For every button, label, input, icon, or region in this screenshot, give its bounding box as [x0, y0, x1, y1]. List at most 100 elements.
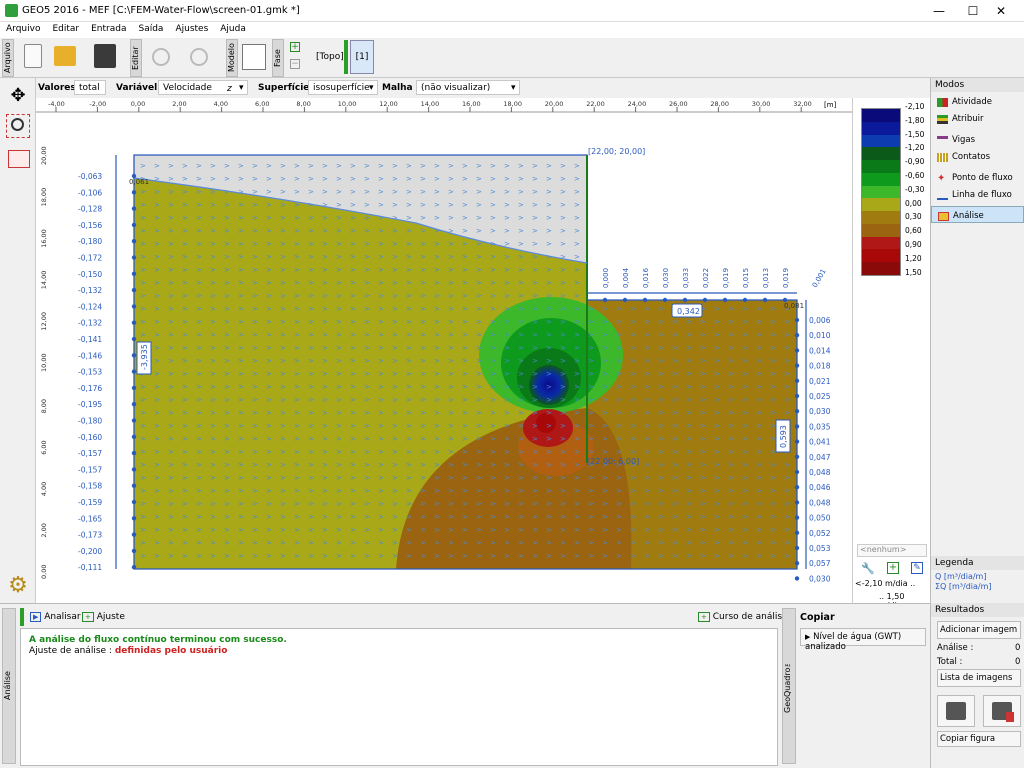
image-list-button[interactable]: Lista de imagens	[937, 669, 1021, 687]
model-copy-icon[interactable]	[242, 44, 266, 70]
mode-linha-fluxo[interactable]: Linha de fluxo	[931, 185, 1024, 202]
add-phase-icon[interactable]: +	[290, 42, 300, 52]
settings-gear-icon[interactable]: ⚙	[4, 572, 32, 600]
variavel-select[interactable]: Velocidade z ▾	[158, 80, 248, 95]
model-canvas[interactable]: -4,00 -2,00 0,00 2,00 4,00 6,00 8,00 10,00 12,00…	[36, 98, 852, 603]
mode-ponto-fluxo[interactable]: ✦ Ponto de fluxo	[931, 168, 1024, 185]
flow-arrow: >	[462, 448, 468, 456]
flow-arrow: >	[350, 409, 356, 417]
flow-arrow: >	[154, 448, 160, 456]
edit-legend-icon[interactable]: ✎	[911, 562, 923, 574]
mode-atribuir[interactable]: Atribuir	[931, 109, 1024, 126]
flow-arrow: >	[658, 422, 664, 430]
boundary-node	[794, 545, 800, 551]
print-export-icon[interactable]	[983, 695, 1021, 727]
color-scale-labels: -2,10 -1,80 -1,50 -1,20 -0,90 -0,60 -0,30 0,00 0…	[905, 102, 931, 282]
save-icon[interactable]	[94, 44, 116, 68]
flow-arrow: >	[252, 409, 258, 417]
new-file-icon[interactable]	[24, 44, 42, 68]
print-icon[interactable]	[937, 695, 975, 727]
menu-ajuda[interactable]: Ajuda	[214, 22, 252, 34]
flow-arrow: >	[574, 474, 580, 482]
flow-arrow: >	[602, 331, 608, 339]
tab-fase[interactable]: Fase	[272, 39, 284, 77]
menu-saida[interactable]: Saída	[132, 22, 169, 34]
menu-ajustes[interactable]: Ajustes	[169, 22, 214, 34]
ajuste-button[interactable]: + Ajuste	[82, 612, 125, 622]
flow-arrow: >	[154, 370, 160, 378]
tab-geoquadro[interactable]: GeoQuadro™	[782, 608, 796, 764]
flow-arrow: >	[672, 552, 678, 560]
menu-arquivo[interactable]: Arquivo	[0, 22, 46, 34]
flow-arrow: >	[490, 305, 496, 313]
flow-arrow: >	[420, 240, 426, 248]
legend-type-select[interactable]: <nenhum>	[857, 544, 927, 557]
flow-arrow: >	[420, 474, 426, 482]
flow-arrow: >	[504, 214, 510, 222]
flow-arrow: >	[714, 539, 720, 547]
menu-entrada[interactable]: Entrada	[85, 22, 132, 34]
flow-arrow: >	[462, 227, 468, 235]
flow-arrow: >	[266, 448, 272, 456]
flow-arrow: >	[728, 318, 734, 326]
flow-arrow: >	[308, 162, 314, 170]
wrench-icon[interactable]: 🔧	[861, 562, 875, 575]
flow-arrow: >	[294, 513, 300, 521]
tab-analise[interactable]: Análise	[2, 608, 16, 764]
flow-arrow: >	[490, 487, 496, 495]
flow-arrow: >	[448, 448, 454, 456]
mode-analise[interactable]: Análise	[931, 206, 1024, 223]
flow-arrow: >	[574, 552, 580, 560]
flow-arrow: >	[630, 383, 636, 391]
add-legend-icon[interactable]: +	[887, 562, 899, 574]
valores-select[interactable]: total	[74, 80, 106, 95]
open-folder-icon[interactable]	[54, 46, 76, 66]
fit-view-icon[interactable]	[8, 150, 30, 168]
mode-vigas[interactable]: Vigas	[931, 130, 1024, 147]
phase-1-button[interactable]: [1]	[350, 40, 374, 74]
flow-arrow: >	[406, 526, 412, 534]
tab-arquivo[interactable]: Arquivo	[2, 39, 14, 77]
zoom-icon[interactable]	[6, 114, 30, 138]
flow-arrow: >	[238, 188, 244, 196]
left-flux-value: -0,172	[78, 254, 102, 263]
y-tick-label: 2,00	[40, 523, 48, 537]
flow-arrow: >	[532, 240, 538, 248]
superficie-select[interactable]: isosuperfície ▾	[308, 80, 378, 95]
mode-contatos[interactable]: Contatos	[931, 147, 1024, 164]
flow-arrow: >	[546, 383, 552, 391]
mode-atividade[interactable]: Atividade	[931, 92, 1024, 109]
flow-arrow: >	[392, 162, 398, 170]
flow-arrow: >	[392, 201, 398, 209]
flow-arrow: >	[490, 513, 496, 521]
flow-arrow: >	[210, 188, 216, 196]
tab-modelo[interactable]: Modelo	[226, 39, 238, 77]
move-icon[interactable]: ✥	[8, 86, 28, 106]
close-button[interactable]: ✕	[978, 0, 1024, 22]
flow-arrow: >	[504, 318, 510, 326]
add-image-button[interactable]: Adicionar imagem	[937, 621, 1021, 639]
remove-phase-icon[interactable]: −	[290, 59, 300, 69]
flow-arrow: >	[238, 201, 244, 209]
flow-arrow: >	[280, 448, 286, 456]
analysis-icon	[938, 211, 949, 221]
undo-icon[interactable]	[152, 48, 170, 66]
copy-figure-button[interactable]: Copiar figura	[937, 731, 1021, 747]
color-legend-panel: -2,10 -1,80 -1,50 -1,20 -0,90 -0,60 -0,30 0,00 0…	[852, 98, 931, 610]
topo-button[interactable]: [Topo]	[316, 52, 344, 62]
flow-arrow: >	[378, 240, 384, 248]
flow-arrow: >	[770, 539, 776, 547]
nivel-agua-button[interactable]: ▶ Nível de água (GWT) analizado	[800, 628, 926, 652]
flow-arrow: >	[616, 513, 622, 521]
tab-editar[interactable]: Editar	[130, 39, 142, 77]
flow-arrow: >	[714, 435, 720, 443]
redo-icon[interactable]	[190, 48, 208, 66]
curso-analise-button[interactable]: + Curso de análise	[698, 612, 788, 622]
flow-arrow: >	[686, 331, 692, 339]
flow-arrow: >	[280, 396, 286, 404]
malha-select[interactable]: (não visualizar) ▾	[416, 80, 520, 95]
flow-arrow: >	[140, 539, 146, 547]
analisar-button[interactable]: ▶ Analisar	[30, 612, 81, 622]
menu-editar[interactable]: Editar	[46, 22, 85, 34]
flow-arrow: >	[462, 500, 468, 508]
